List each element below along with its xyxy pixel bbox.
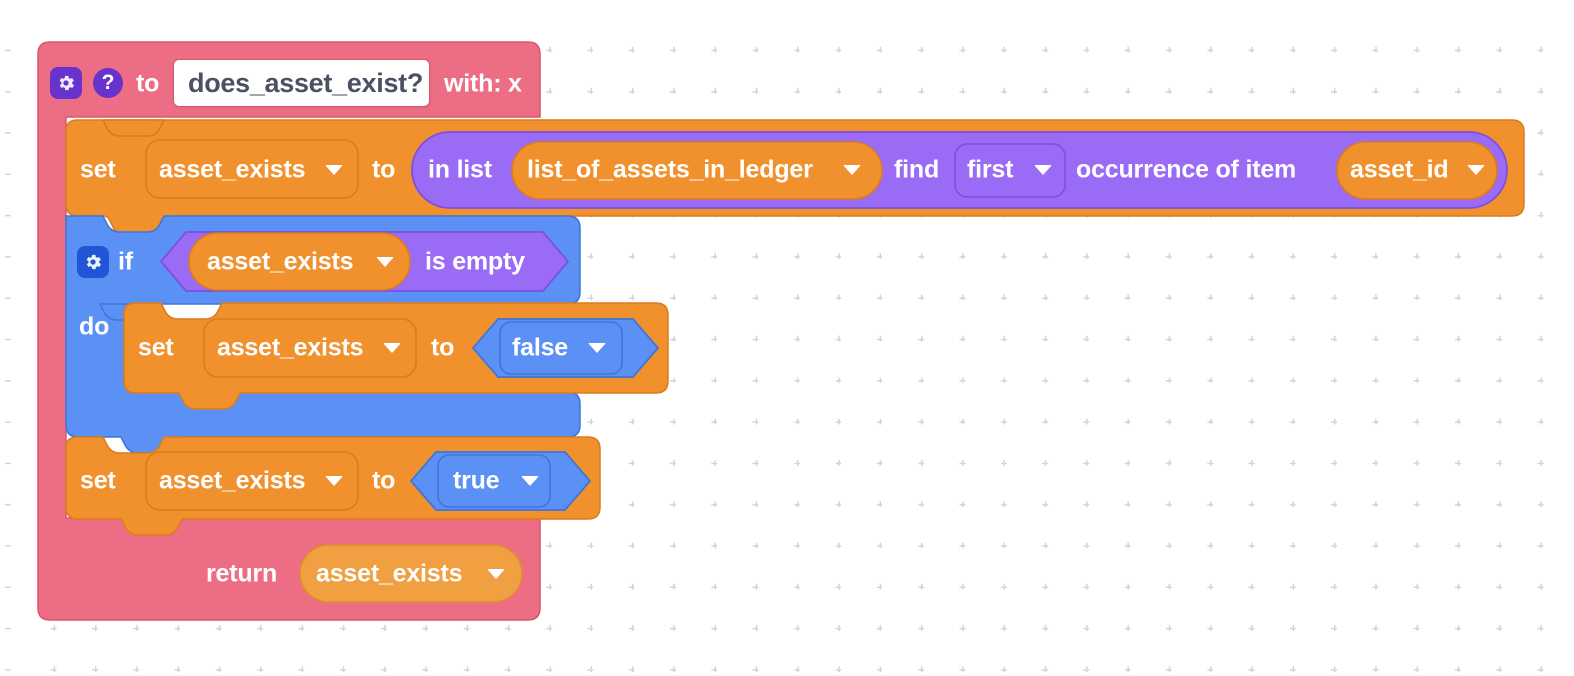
set-true-variable-caret-icon[interactable]: [325, 476, 343, 486]
false-value-text[interactable]: false: [512, 335, 568, 361]
item-variable-caret-icon[interactable]: [1467, 165, 1485, 175]
occurrence-text[interactable]: first: [967, 157, 1013, 183]
if-condition-variable-text[interactable]: asset_exists: [207, 249, 354, 275]
false-value-caret-icon[interactable]: [588, 343, 606, 353]
occurrence-caret-icon[interactable]: [1034, 165, 1052, 175]
set-false-variable-caret-icon[interactable]: [383, 343, 401, 353]
if-mutator-button[interactable]: [77, 246, 109, 278]
question-mark-icon[interactable]: ?: [93, 68, 123, 98]
return-variable-caret-icon[interactable]: [487, 569, 505, 579]
true-value-caret-icon[interactable]: [521, 476, 539, 486]
set-find-variable-text[interactable]: asset_exists: [159, 157, 306, 183]
set-find-top-notch: [102, 119, 165, 137]
blocks-layer: ? to does_asset_exist? with: x set asset…: [0, 0, 1574, 676]
gear-icon[interactable]: [50, 67, 82, 99]
list-variable-text[interactable]: list_of_assets_in_ledger: [527, 157, 813, 183]
function-mutator-button[interactable]: [50, 67, 82, 99]
set-false-variable-text[interactable]: asset_exists: [217, 335, 364, 361]
blockly-workspace[interactable]: ? to does_asset_exist? with: x set asset…: [0, 0, 1574, 676]
function-help-button[interactable]: ?: [93, 68, 123, 98]
true-value-text[interactable]: true: [453, 468, 500, 494]
gear-icon[interactable]: [77, 246, 109, 278]
function-name-input[interactable]: does_asset_exist?: [173, 59, 430, 107]
return-variable-text[interactable]: asset_exists: [316, 561, 463, 587]
list-variable-caret-icon[interactable]: [843, 165, 861, 175]
if-condition-variable-caret-icon[interactable]: [376, 257, 394, 267]
set-find-variable-caret-icon[interactable]: [325, 165, 343, 175]
item-variable-text[interactable]: asset_id: [1350, 157, 1449, 183]
set-true-variable-text[interactable]: asset_exists: [159, 468, 306, 494]
